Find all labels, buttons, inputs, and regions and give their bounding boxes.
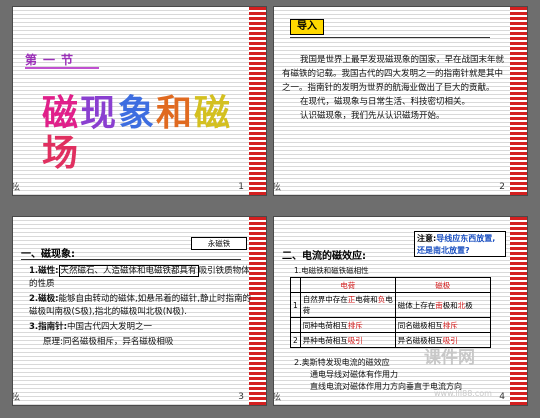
table-cell: 同种电荷相互排斥 — [299, 317, 396, 333]
title-char: 场 — [41, 132, 78, 174]
decorative-stripe — [510, 7, 527, 195]
content-list: 1.磁性: 天然磁石、人造磁体和电磁铁都具有 吸引铁质物体的性质 2.磁极:能够自由… — [29, 265, 251, 351]
note-box: 注意:导线应东西放置,还是南北放置? — [414, 231, 506, 257]
paragraph: 我国是世界上最早发现磁现象的国家，早在战国末年就有磁铁的记载。我国古代的四大发明… — [282, 55, 505, 93]
slide-1-thumbnail[interactable]: 第一节 磁现象和磁场 吆 1 — [12, 6, 267, 196]
title-char: 现 — [79, 92, 116, 134]
item-label: 3.指南针: — [29, 322, 68, 332]
watermark: 课件网 — [424, 348, 475, 368]
table-row: 同种电荷相互排斥 同名磁极相互排斥 — [290, 317, 491, 333]
list-item: 原理:同名磁极相斥，异名磁极相吸 — [29, 336, 251, 349]
slide-footer: 吆 — [274, 390, 281, 403]
section-label: 第一节 — [25, 53, 80, 67]
table-cell: 1 — [290, 292, 301, 318]
slide-footer: 吆 — [13, 390, 20, 403]
item-text: 中国古代四大发明之一 — [67, 322, 153, 332]
list-item: 2.磁极:能够自由转动的磁体,如悬吊着的磁针,静止时指南的磁极叫南极(S极),指… — [29, 293, 251, 319]
slide-4-thumbnail[interactable]: 二、电流的磁效应: 注意:导线应东西放置,还是南北放置? 1.电磁铁和磁铁磁相性… — [273, 216, 528, 406]
list-item: 3.指南针:中国古代四大发明之一 — [29, 321, 251, 334]
slide-footer: 吆 — [13, 180, 20, 193]
slide-2-thumbnail[interactable]: 导入 我国是世界上最早发现磁现象的国家，早在战国末年就有磁铁的记载。我国古代的四… — [273, 6, 528, 196]
table-cell: 自然界中存在正电荷和负电荷 — [299, 292, 396, 318]
page-number: 4 — [499, 392, 505, 402]
table-header: 磁极 — [394, 277, 491, 293]
comparison-table: 电荷 磁极 1 自然界中存在正电荷和负电荷 磁体上存在南极和北极 同种电荷相互排… — [290, 277, 491, 348]
divider — [290, 37, 490, 38]
decorative-stripe — [510, 217, 527, 405]
item-label: 原理: — [43, 337, 63, 347]
list-item: 1.磁性: 天然磁石、人造磁体和电磁铁都具有 吸引铁质物体的性质 — [29, 265, 251, 291]
watermark-url: www.lll88.com — [434, 389, 492, 398]
paragraph: 在现代，磁现象与日常生活、科技密切相关。 — [300, 97, 471, 107]
item-label: 2.磁极: — [29, 294, 59, 304]
table-cell: 2 — [290, 332, 301, 348]
section-heading: 一、磁现象: — [21, 249, 75, 260]
table-header: 电荷 — [299, 277, 396, 293]
page-number: 3 — [238, 392, 244, 402]
subheading: 1.电磁铁和磁铁磁相性 — [294, 266, 369, 275]
callout-label: 永磁铁 — [191, 237, 247, 250]
page-number: 1 — [238, 182, 244, 192]
title-char: 和 — [155, 92, 192, 134]
title-char: 象 — [117, 92, 154, 134]
intro-badge: 导入 — [290, 19, 324, 35]
decorative-stripe — [249, 217, 266, 405]
slide-footer: 吆 — [274, 180, 281, 193]
divider — [21, 259, 241, 260]
text-line: 通电导线对磁体有作用力 — [310, 370, 398, 379]
table-row: 1 自然界中存在正电荷和负电荷 磁体上存在南极和北极 — [290, 292, 491, 318]
table-cell: 同名磁极相互排斥 — [394, 317, 491, 333]
title-char: 磁 — [193, 92, 230, 134]
table-cell: 磁体上存在南极和北极 — [394, 292, 491, 318]
item-label: 1.磁性: — [29, 266, 59, 276]
slide-title: 磁现象和磁场 — [41, 93, 266, 173]
intro-text: 我国是世界上最早发现磁现象的国家，早在战国末年就有磁铁的记载。我国古代的四大发明… — [282, 53, 508, 123]
slide-3-thumbnail[interactable]: 一、磁现象: 永磁铁 1.磁性: 天然磁石、人造磁体和电磁铁都具有 吸引铁质物体的性… — [12, 216, 267, 406]
section-underline — [25, 67, 99, 69]
item-text: 能够自由转动的磁体,如悬吊着的磁针,静止时指南的磁极叫南极(S极),指北的磁极叫… — [29, 294, 251, 317]
section-heading: 二、电流的磁效应: — [282, 251, 366, 262]
note-label: 注意: — [417, 234, 437, 243]
boxed-text: 天然磁石、人造磁体和电磁铁都具有 — [58, 265, 199, 277]
item-text: 同名磁极相斥，异名磁极相吸 — [62, 337, 174, 347]
table-cell — [290, 277, 301, 293]
table-cell: 异种电荷相互吸引 — [299, 332, 396, 348]
table-cell — [290, 317, 301, 333]
page-number: 2 — [499, 182, 505, 192]
title-char: 磁 — [41, 92, 78, 134]
paragraph: 认识磁现象，我们先从认识磁场开始。 — [300, 111, 445, 121]
